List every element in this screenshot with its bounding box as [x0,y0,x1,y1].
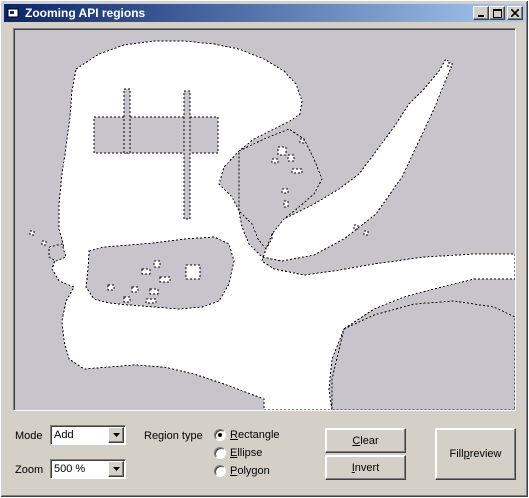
region-dot [447,62,453,68]
region-dot [131,286,139,293]
maximize-icon [492,8,502,18]
radio-polygon-dot[interactable] [214,465,226,477]
radio-rectangle-label: Rectangle [230,429,280,441]
region-type-label: Region type [144,430,203,442]
region-dot [145,298,157,304]
zoom-label: Zoom [15,464,44,476]
radio-ellipse-label: Ellipse [230,447,263,459]
region-drawing [29,40,515,410]
region-canvas[interactable] [13,28,516,411]
title-bar[interactable]: Zooming API regions [4,4,525,22]
region-dot [277,146,287,156]
region-dot [281,188,289,194]
mode-value: Add [54,429,74,441]
region-dot [363,230,369,236]
clear-button[interactable]: Clear [325,428,406,453]
region-dot [149,288,159,295]
region-dot [299,138,305,144]
zoom-value: 500 % [54,463,86,475]
radio-polygon-label: Polygon [230,465,270,477]
mode-dropdown-arrow[interactable] [108,427,124,443]
region-dot [271,158,279,164]
radio-ellipse-dot[interactable] [214,447,226,459]
close-icon [511,9,519,17]
region-dot [287,154,295,162]
radio-polygon[interactable]: Polygon [214,465,270,477]
hole-cross-left-vert [123,88,131,154]
radio-rectangle[interactable]: Rectangle [214,429,280,441]
zoom-dropdown-arrow[interactable] [108,461,124,477]
radio-rectangle-dot[interactable] [214,429,226,441]
region-dot [123,296,131,303]
region-dot [283,200,289,208]
minimize-icon [478,15,484,17]
close-button[interactable] [507,6,523,20]
window-title: Zooming API regions [25,6,146,20]
region-dot [353,224,359,230]
region-dot [153,260,161,268]
app-window: Zooming API regions Mode Add Zoom 500 % … [0,0,529,498]
region-dot [159,276,171,283]
hole-cross-right-vert [183,90,191,220]
maximize-button[interactable] [489,6,505,20]
mode-select[interactable]: Add [50,425,126,445]
region-dot [141,268,151,275]
region-dot [291,168,303,174]
hole-cross-horizontal [93,116,219,154]
fill-preview-button[interactable]: Fill p review [435,428,516,480]
zoom-select[interactable]: 500 % [50,459,126,479]
region-dot [185,264,201,280]
chevron-down-icon [112,467,120,471]
title-bar-buttons [473,6,523,20]
region-dot [41,240,47,246]
region-dot [107,284,115,291]
radio-ellipse[interactable]: Ellipse [214,447,262,459]
chevron-down-icon [112,433,120,437]
minimize-button[interactable] [473,6,489,20]
mode-label: Mode [15,430,43,442]
invert-button[interactable]: Invert [325,455,406,480]
hole-left-notch [48,243,67,262]
hole-mouth [85,236,235,310]
app-icon [7,7,21,19]
region-dot [29,230,35,236]
